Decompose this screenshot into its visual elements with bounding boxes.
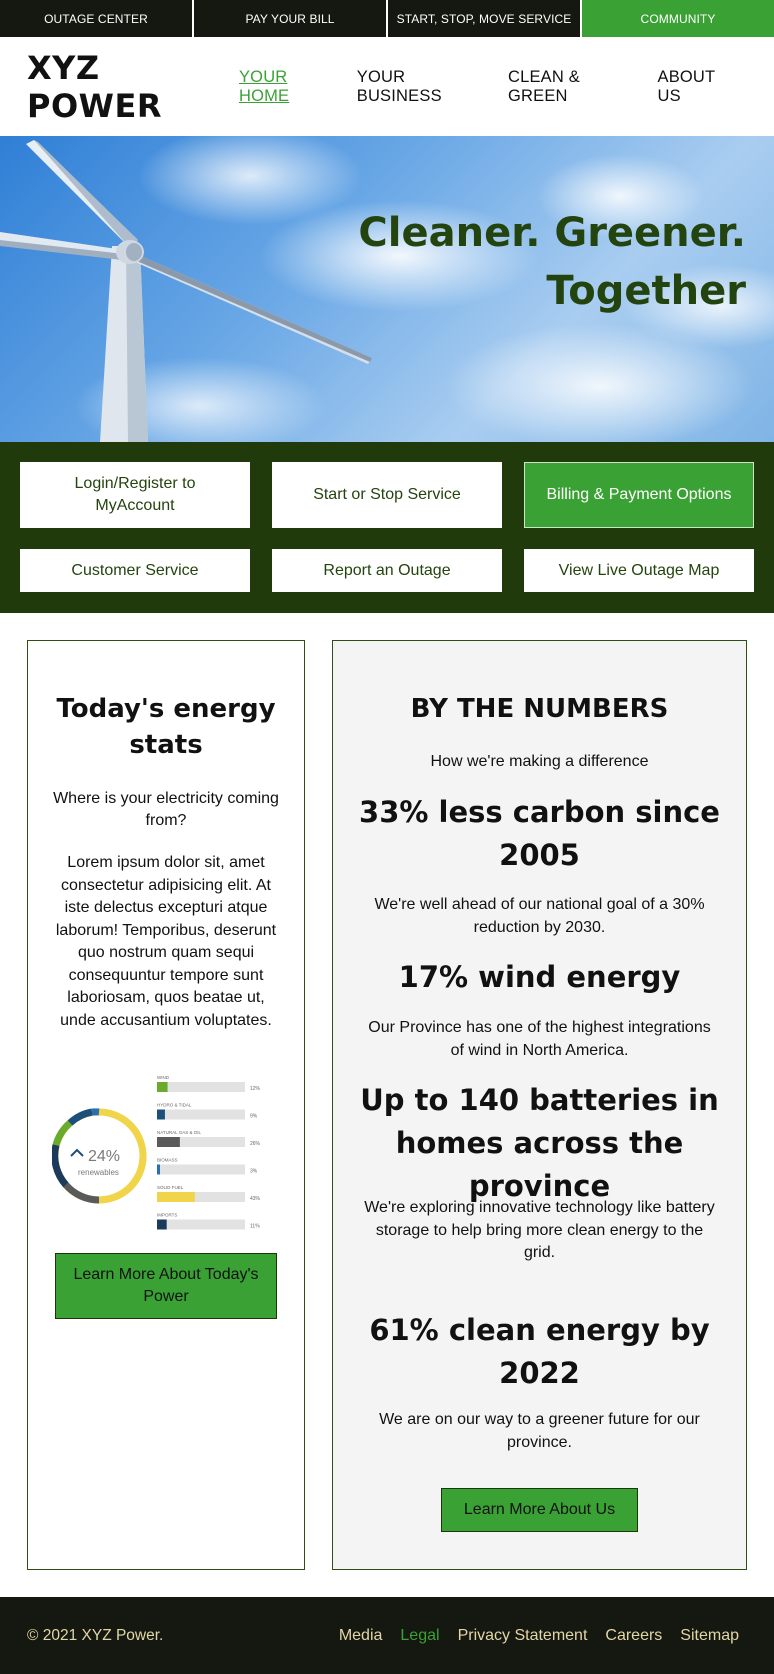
utility-link-community[interactable]: COMMUNITY bbox=[582, 0, 774, 37]
nav-about-us[interactable]: ABOUT US bbox=[657, 68, 740, 106]
energy-source-bar bbox=[157, 1219, 167, 1230]
energy-stats-subtitle: Where is your electricity coming from? bbox=[53, 790, 279, 829]
learn-more-todays-power-button[interactable]: Learn More About Today's Power bbox=[55, 1253, 277, 1319]
energy-source-bar bbox=[157, 1137, 180, 1147]
energy-source-label: BIOMASS bbox=[157, 1158, 178, 1163]
energy-source-value: 12% bbox=[250, 1086, 261, 1092]
footer-link-privacy[interactable]: Privacy Statement bbox=[458, 1627, 588, 1645]
hero-banner: Cleaner. Greener. Together bbox=[0, 136, 774, 442]
energy-mix-svg: 24% renewables WIND 12% HYDRO & TIDAL 9% NAT… bbox=[51, 1075, 261, 1230]
hero-title-line-1: Cleaner. Greener. bbox=[358, 210, 746, 256]
footer-link-sitemap[interactable]: Sitemap bbox=[680, 1627, 739, 1645]
energy-source-bar bbox=[157, 1082, 168, 1092]
energy-source-value: 3% bbox=[250, 1169, 258, 1175]
energy-stats-body: Lorem ipsum dolor sit, amet consectetur … bbox=[55, 854, 277, 1029]
footer-link-media[interactable]: Media bbox=[339, 1627, 383, 1645]
hero-title: Cleaner. Greener. Together bbox=[358, 204, 746, 320]
energy-source-bar bbox=[157, 1109, 165, 1120]
by-the-numbers-subtitle: How we're making a difference bbox=[430, 753, 649, 770]
nav-clean-green[interactable]: CLEAN & GREEN bbox=[508, 68, 640, 106]
donut-label: renewables bbox=[78, 1168, 119, 1177]
energy-stats-title: Today's energy stats bbox=[56, 694, 276, 760]
energy-source-label: NATURAL GAS & OIL bbox=[157, 1130, 202, 1135]
stat-headline: 33% less carbon since 2005 bbox=[359, 795, 720, 872]
energy-source-bar bbox=[157, 1164, 160, 1175]
energy-source-label: HYDRO & TIDAL bbox=[157, 1103, 192, 1108]
energy-source-value: 9% bbox=[250, 1114, 258, 1120]
energy-source-label: SOLID FUEL bbox=[157, 1185, 184, 1190]
energy-stats-card: Today's energy stats Where is your elect… bbox=[27, 640, 305, 1570]
quick-link-customer-service[interactable]: Customer Service bbox=[20, 549, 250, 592]
stat-headline: 61% clean energy by 2022 bbox=[369, 1313, 710, 1390]
quick-link-live-outage-map[interactable]: View Live Outage Map bbox=[524, 549, 754, 592]
energy-source-track bbox=[157, 1082, 245, 1092]
energy-source-value: 11% bbox=[250, 1224, 260, 1230]
stat-description: We're exploring innovative technology li… bbox=[364, 1199, 715, 1261]
energy-source-track bbox=[157, 1109, 245, 1120]
quick-link-billing-payment[interactable]: Billing & Payment Options bbox=[524, 462, 754, 528]
energy-source-rows: WIND 12% HYDRO & TIDAL 9% NATURAL GAS & OIL 2… bbox=[157, 1075, 261, 1230]
stat-headline: 17% wind energy bbox=[398, 960, 681, 994]
energy-source-label: WIND bbox=[157, 1075, 170, 1080]
utility-link-start-stop-move[interactable]: START, STOP, MOVE SERVICE bbox=[388, 0, 580, 37]
stat-headline: Up to 140 batteries in homes across the … bbox=[360, 1083, 719, 1203]
hero-title-line-2: Together bbox=[546, 268, 746, 314]
footer-link-legal[interactable]: Legal bbox=[400, 1627, 439, 1645]
nav-your-business[interactable]: YOUR BUSINESS bbox=[357, 68, 490, 106]
site-header: XYZ POWER YOUR HOME YOUR BUSINESS CLEAN … bbox=[0, 37, 774, 136]
quick-links-panel: Login/Register to MyAccount Start or Sto… bbox=[0, 442, 774, 613]
footer-link-careers[interactable]: Careers bbox=[605, 1627, 662, 1645]
energy-mix-infographic: 24% renewables WIND 12% HYDRO & TIDAL 9% NAT… bbox=[51, 1071, 282, 1241]
utility-link-outage-center[interactable]: OUTAGE CENTER bbox=[0, 0, 192, 37]
donut-value: 24% bbox=[88, 1148, 120, 1165]
quick-link-login-register[interactable]: Login/Register to MyAccount bbox=[20, 462, 250, 528]
copyright-text: © 2021 XYZ Power. bbox=[27, 1626, 164, 1644]
by-the-numbers-title: BY THE NUMBERS bbox=[410, 694, 669, 724]
utility-nav: OUTAGE CENTER PAY YOUR BILL START, STOP,… bbox=[0, 0, 774, 37]
learn-more-about-us-button[interactable]: Learn More About Us bbox=[441, 1488, 638, 1532]
energy-source-label: IMPORTS bbox=[157, 1213, 177, 1218]
quick-link-start-stop-service[interactable]: Start or Stop Service bbox=[272, 462, 502, 528]
by-the-numbers-card: BY THE NUMBERS How we're making a differ… bbox=[332, 640, 747, 1570]
site-footer: © 2021 XYZ Power. Media Legal Privacy St… bbox=[0, 1597, 774, 1674]
energy-source-value: 26% bbox=[250, 1141, 261, 1147]
energy-source-bar bbox=[157, 1192, 195, 1202]
footer-nav: Media Legal Privacy Statement Careers Si… bbox=[339, 1627, 739, 1645]
site-logo[interactable]: XYZ POWER bbox=[27, 49, 239, 125]
energy-source-track bbox=[157, 1219, 245, 1230]
nav-your-home[interactable]: YOUR HOME bbox=[239, 68, 339, 106]
main-nav: YOUR HOME YOUR BUSINESS CLEAN & GREEN AB… bbox=[239, 68, 740, 106]
stat-description: Our Province has one of the highest inte… bbox=[368, 1019, 711, 1059]
quick-link-report-outage[interactable]: Report an Outage bbox=[272, 549, 502, 592]
utility-link-pay-bill[interactable]: PAY YOUR BILL bbox=[194, 0, 386, 37]
energy-source-value: 43% bbox=[250, 1196, 261, 1202]
energy-source-track bbox=[157, 1164, 245, 1175]
stat-description: We are on our way to a greener future fo… bbox=[379, 1411, 700, 1451]
chevron-up-icon bbox=[70, 1148, 84, 1157]
stat-description: We're well ahead of our national goal of… bbox=[374, 896, 705, 936]
